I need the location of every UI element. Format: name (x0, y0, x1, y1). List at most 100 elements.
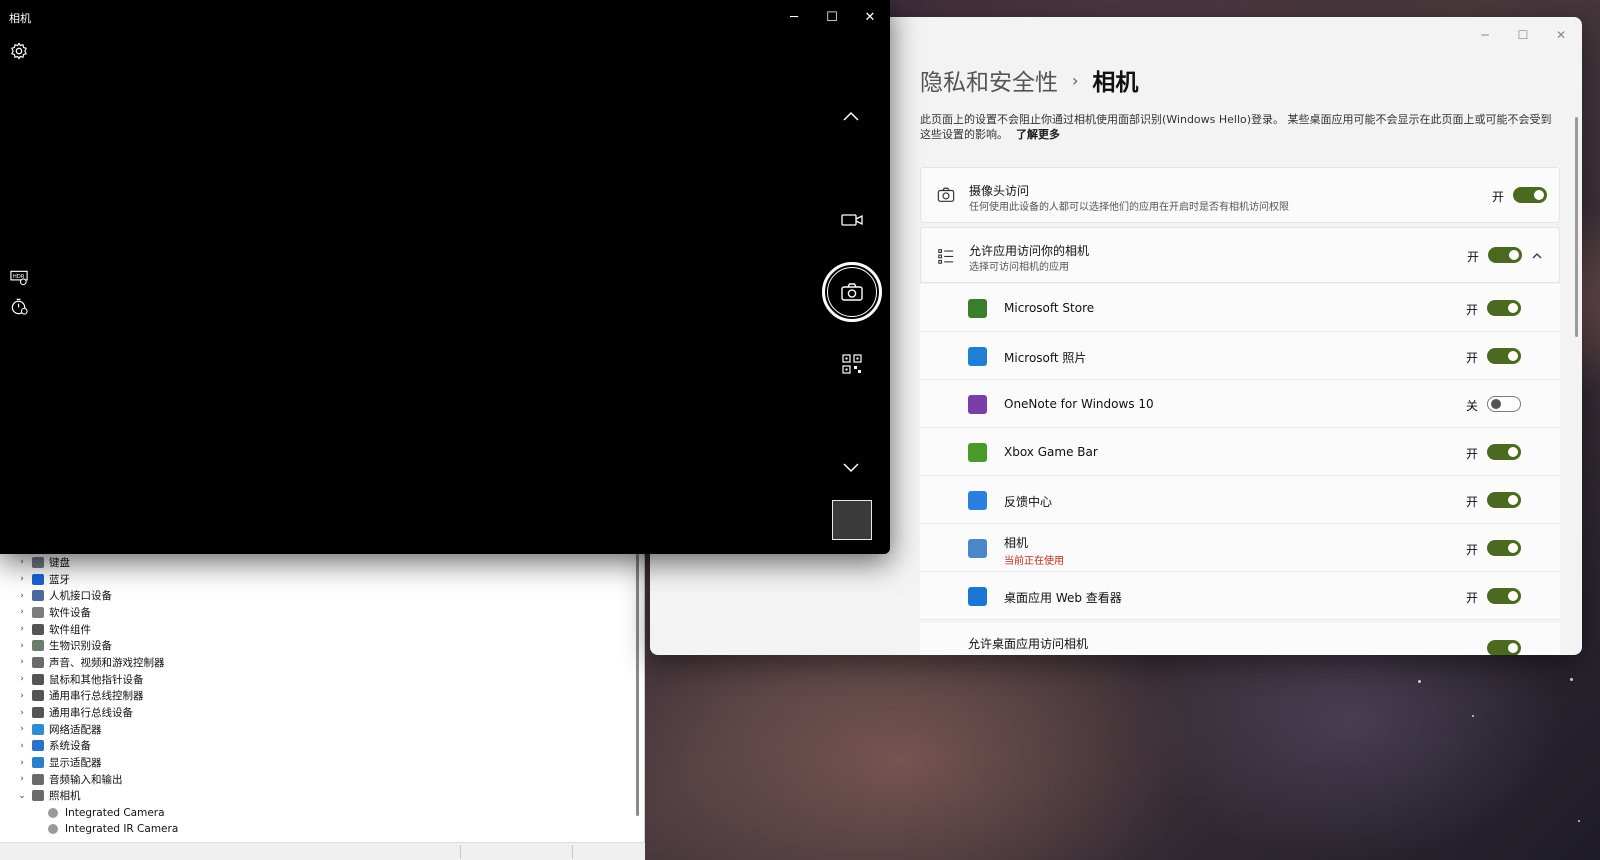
camera-maximize-button[interactable]: ☐ (813, 7, 851, 29)
webcam-icon (48, 824, 58, 835)
chevron-right-icon[interactable]: › (17, 724, 27, 734)
app-access-toggle[interactable] (1488, 247, 1522, 263)
chevron-right-icon[interactable]: › (17, 657, 27, 667)
device-category-label: 系统设备 (49, 740, 91, 753)
chevron-right-icon[interactable]: › (17, 741, 27, 751)
breadcrumb-separator: › (1072, 70, 1079, 90)
status-separator (460, 845, 461, 859)
app-icon (968, 587, 987, 606)
device-category-row[interactable]: › 鼠标和其他指针设备 (0, 671, 632, 688)
hdr-icon[interactable]: HDR (10, 270, 29, 286)
app-camera-toggle[interactable] (1487, 348, 1521, 364)
device-category-label: 键盘 (49, 556, 70, 569)
camera-minimize-button[interactable]: ─ (775, 7, 813, 29)
device-category-label: 软件设备 (49, 606, 91, 619)
photo-shutter-button[interactable] (822, 262, 882, 322)
chevron-right-icon[interactable]: › (17, 574, 27, 584)
camera-icon (937, 187, 955, 202)
device-item-row[interactable]: Integrated Camera (0, 804, 632, 821)
desktop-apps-access-toggle[interactable] (1487, 640, 1521, 655)
close-button[interactable]: ✕ (1543, 25, 1579, 45)
app-name: OneNote for Windows 10 (1004, 397, 1154, 411)
camera-access-subtitle: 任何使用此设备的人都可以选择他们的应用在开启时是否有相机访问权限 (969, 202, 1289, 213)
camera-access-state: 开 (1492, 190, 1505, 204)
chevron-right-icon[interactable]: › (17, 758, 27, 768)
camera-close-button[interactable]: ✕ (851, 7, 889, 29)
device-tree-scrollbar[interactable] (636, 554, 639, 816)
description-text: 此页面上的设置不会阻止你通过相机使用面部识别(Windows Hello)登录。… (920, 113, 1552, 141)
app-toggle-state: 开 (1466, 447, 1479, 461)
device-category-row[interactable]: › 蓝牙 (0, 571, 632, 588)
chevron-up-icon[interactable] (843, 110, 859, 122)
app-toggle-state: 开 (1466, 543, 1479, 557)
device-category-label: 照相机 (49, 790, 81, 803)
camera-access-toggle[interactable] (1513, 187, 1547, 203)
device-category-row[interactable]: › 显示适配器 (0, 754, 632, 771)
chevron-right-icon[interactable]: › (17, 591, 27, 601)
device-category-label: 蓝牙 (49, 573, 70, 586)
app-toggle-state: 开 (1466, 303, 1479, 317)
app-toggle-state: 关 (1466, 399, 1479, 413)
app-toggle-state: 开 (1466, 495, 1479, 509)
device-category-row[interactable]: › 键盘 (0, 554, 632, 571)
app-permission-row: Xbox Game Bar 开 (920, 428, 1560, 476)
app-list-icon (938, 249, 954, 264)
device-category-row[interactable]: › 声音、视频和游戏控制器 (0, 654, 632, 671)
device-category-label: 音频输入和输出 (49, 773, 123, 786)
device-category-icon (32, 623, 44, 635)
chevron-down-icon[interactable] (843, 462, 859, 474)
app-icon (968, 299, 987, 318)
app-permission-row: Microsoft 照片 开 (920, 332, 1560, 380)
app-camera-toggle[interactable] (1487, 492, 1521, 508)
timer-icon[interactable] (10, 297, 29, 316)
settings-scrollbar[interactable] (1575, 117, 1578, 337)
video-mode-icon[interactable] (841, 212, 863, 228)
device-category-row[interactable]: › 软件组件 (0, 621, 632, 638)
device-category-row[interactable]: › 音频输入和输出 (0, 771, 632, 788)
last-capture-thumbnail[interactable] (832, 500, 872, 540)
chevron-right-icon[interactable]: › (17, 691, 27, 701)
device-item-row[interactable]: Integrated IR Camera (0, 821, 632, 838)
camera-app-window: 相机 ─ ☐ ✕ HDR (0, 0, 890, 554)
device-category-row[interactable]: › 网络适配器 (0, 721, 632, 738)
maximize-button[interactable]: ☐ (1505, 25, 1541, 45)
app-camera-toggle[interactable] (1487, 300, 1521, 316)
app-name: 桌面应用 Web 查看器 (1004, 591, 1122, 605)
device-category-row[interactable]: › 软件设备 (0, 604, 632, 621)
chevron-right-icon[interactable]: › (17, 607, 27, 617)
chevron-right-icon[interactable]: › (17, 774, 27, 784)
chevron-right-icon[interactable]: › (17, 641, 27, 651)
breadcrumb-parent-link[interactable]: 隐私和安全性 (920, 63, 1058, 97)
device-category-row[interactable]: › 生物识别设备 (0, 637, 632, 654)
device-category-row[interactable]: › 通用串行总线控制器 (0, 688, 632, 705)
device-category-row[interactable]: › 人机接口设备 (0, 587, 632, 604)
app-camera-toggle[interactable] (1487, 396, 1521, 412)
app-icon (968, 443, 987, 462)
chevron-down-icon[interactable]: ⌄ (17, 791, 27, 801)
chevron-right-icon[interactable]: › (17, 674, 27, 684)
settings-icon[interactable] (10, 42, 28, 60)
device-category-label: 通用串行总线控制器 (49, 690, 144, 703)
page-title: 相机 (1092, 70, 1139, 96)
minimize-button[interactable]: ─ (1467, 25, 1503, 45)
app-icon (968, 347, 987, 366)
device-category-icon (32, 690, 44, 702)
learn-more-link[interactable]: 了解更多 (1016, 128, 1060, 141)
webcam-icon (48, 807, 58, 818)
chevron-up-icon[interactable] (1531, 250, 1543, 262)
chevron-right-icon[interactable]: › (17, 557, 27, 567)
app-camera-toggle[interactable] (1487, 540, 1521, 556)
photo-shutter-icon (841, 283, 863, 301)
device-manager-window: › 键盘 › 蓝牙 › 人机接口设备 › 软件设备 › 软件组件 › 生物识别设备 › 声音、视频和游戏控… (0, 540, 645, 860)
status-separator (572, 845, 573, 859)
chevron-right-icon[interactable]: › (17, 624, 27, 634)
device-category-row[interactable]: › 通用串行总线设备 (0, 704, 632, 721)
app-camera-toggle[interactable] (1487, 444, 1521, 460)
device-item-label: Integrated IR Camera (65, 823, 179, 836)
app-camera-toggle[interactable] (1487, 588, 1521, 604)
qr-scan-icon[interactable] (842, 354, 862, 374)
chevron-right-icon[interactable]: › (17, 708, 27, 718)
device-category-row[interactable]: ⌄ 照相机 (0, 788, 632, 805)
app-access-card[interactable]: 允许应用访问你的相机 选择可访问相机的应用 开 (920, 227, 1560, 283)
device-category-row[interactable]: › 系统设备 (0, 738, 632, 755)
